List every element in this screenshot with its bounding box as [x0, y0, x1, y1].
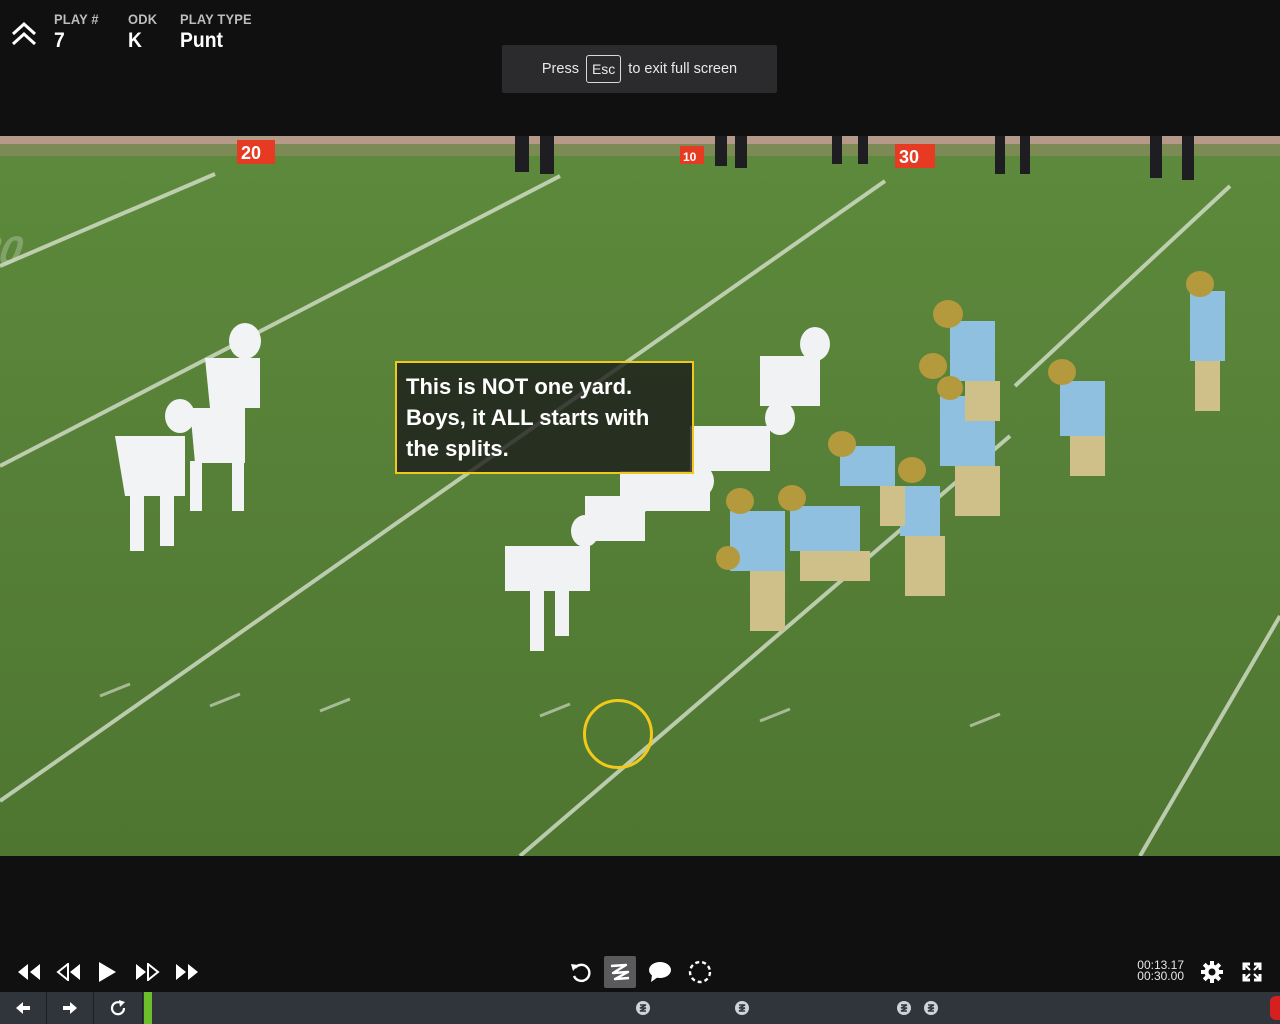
step-forward-icon[interactable]: [132, 958, 162, 986]
top-bar: PLAY # 7 ODK K PLAY TYPE Punt Press Esc …: [0, 0, 1280, 136]
odk-label: ODK: [128, 11, 158, 27]
drawing-marker-icon[interactable]: [924, 1001, 938, 1015]
fast-forward-icon[interactable]: [172, 958, 202, 986]
rewind-icon[interactable]: [14, 958, 44, 986]
notice-prefix: Press: [541, 61, 579, 77]
play-icon[interactable]: [94, 958, 120, 986]
odk-value: K: [128, 29, 142, 52]
loop-icon[interactable]: [94, 992, 143, 1024]
circle-tool-icon[interactable]: [686, 958, 714, 986]
undo-icon[interactable]: [566, 958, 594, 986]
step-back-icon[interactable]: [54, 958, 84, 986]
play-type-label: PLAY TYPE: [180, 11, 252, 27]
coach-annotation[interactable]: This is NOT one yard. Boys, it ALL start…: [395, 361, 694, 474]
fullscreen-icon[interactable]: [1238, 958, 1266, 986]
odk-field: ODK K: [128, 11, 160, 53]
drawing-marker-icon[interactable]: [735, 1001, 749, 1015]
notice-suffix: to exit full screen: [628, 61, 738, 77]
playback-controls: 00:13.17 00:30.00: [0, 856, 1280, 992]
annotation-text: This is NOT one yard. Boys, it ALL start…: [406, 374, 650, 461]
yard-marker-30: 30: [899, 147, 919, 167]
draw-tool-icon[interactable]: [604, 956, 636, 988]
timeline-bar: [0, 992, 1280, 1024]
play-type-value: Punt: [180, 29, 223, 52]
play-type-field: PLAY TYPE Punt: [180, 11, 258, 53]
yard-marker-10: 10: [683, 150, 697, 164]
end-marker: [1270, 996, 1280, 1020]
focus-circle-drawing[interactable]: [583, 699, 653, 769]
double-chevron-up-icon[interactable]: [10, 20, 38, 48]
comment-icon[interactable]: [646, 958, 674, 986]
yard-marker-20: 20: [241, 143, 261, 163]
video-frame[interactable]: 20 20 10 30 This is NOT one yard. Boys, …: [0, 136, 1280, 856]
fullscreen-notice: Press Esc to exit full screen: [502, 45, 777, 93]
previous-play-icon[interactable]: [0, 992, 47, 1024]
next-play-icon[interactable]: [47, 992, 94, 1024]
timeline-track[interactable]: [144, 992, 1280, 1024]
esc-key: Esc: [585, 55, 622, 83]
total-time: 00:30.00: [1137, 969, 1184, 983]
play-number-label: PLAY #: [54, 11, 99, 27]
play-number-field: PLAY # 7: [54, 11, 103, 53]
time-display: 00:13.17 00:30.00: [1120, 959, 1184, 983]
drawing-marker-icon[interactable]: [897, 1001, 911, 1015]
settings-icon[interactable]: [1198, 958, 1226, 986]
play-number-value: 7: [54, 29, 65, 52]
drawing-marker-icon[interactable]: [636, 1001, 650, 1015]
playhead[interactable]: [144, 992, 152, 1024]
